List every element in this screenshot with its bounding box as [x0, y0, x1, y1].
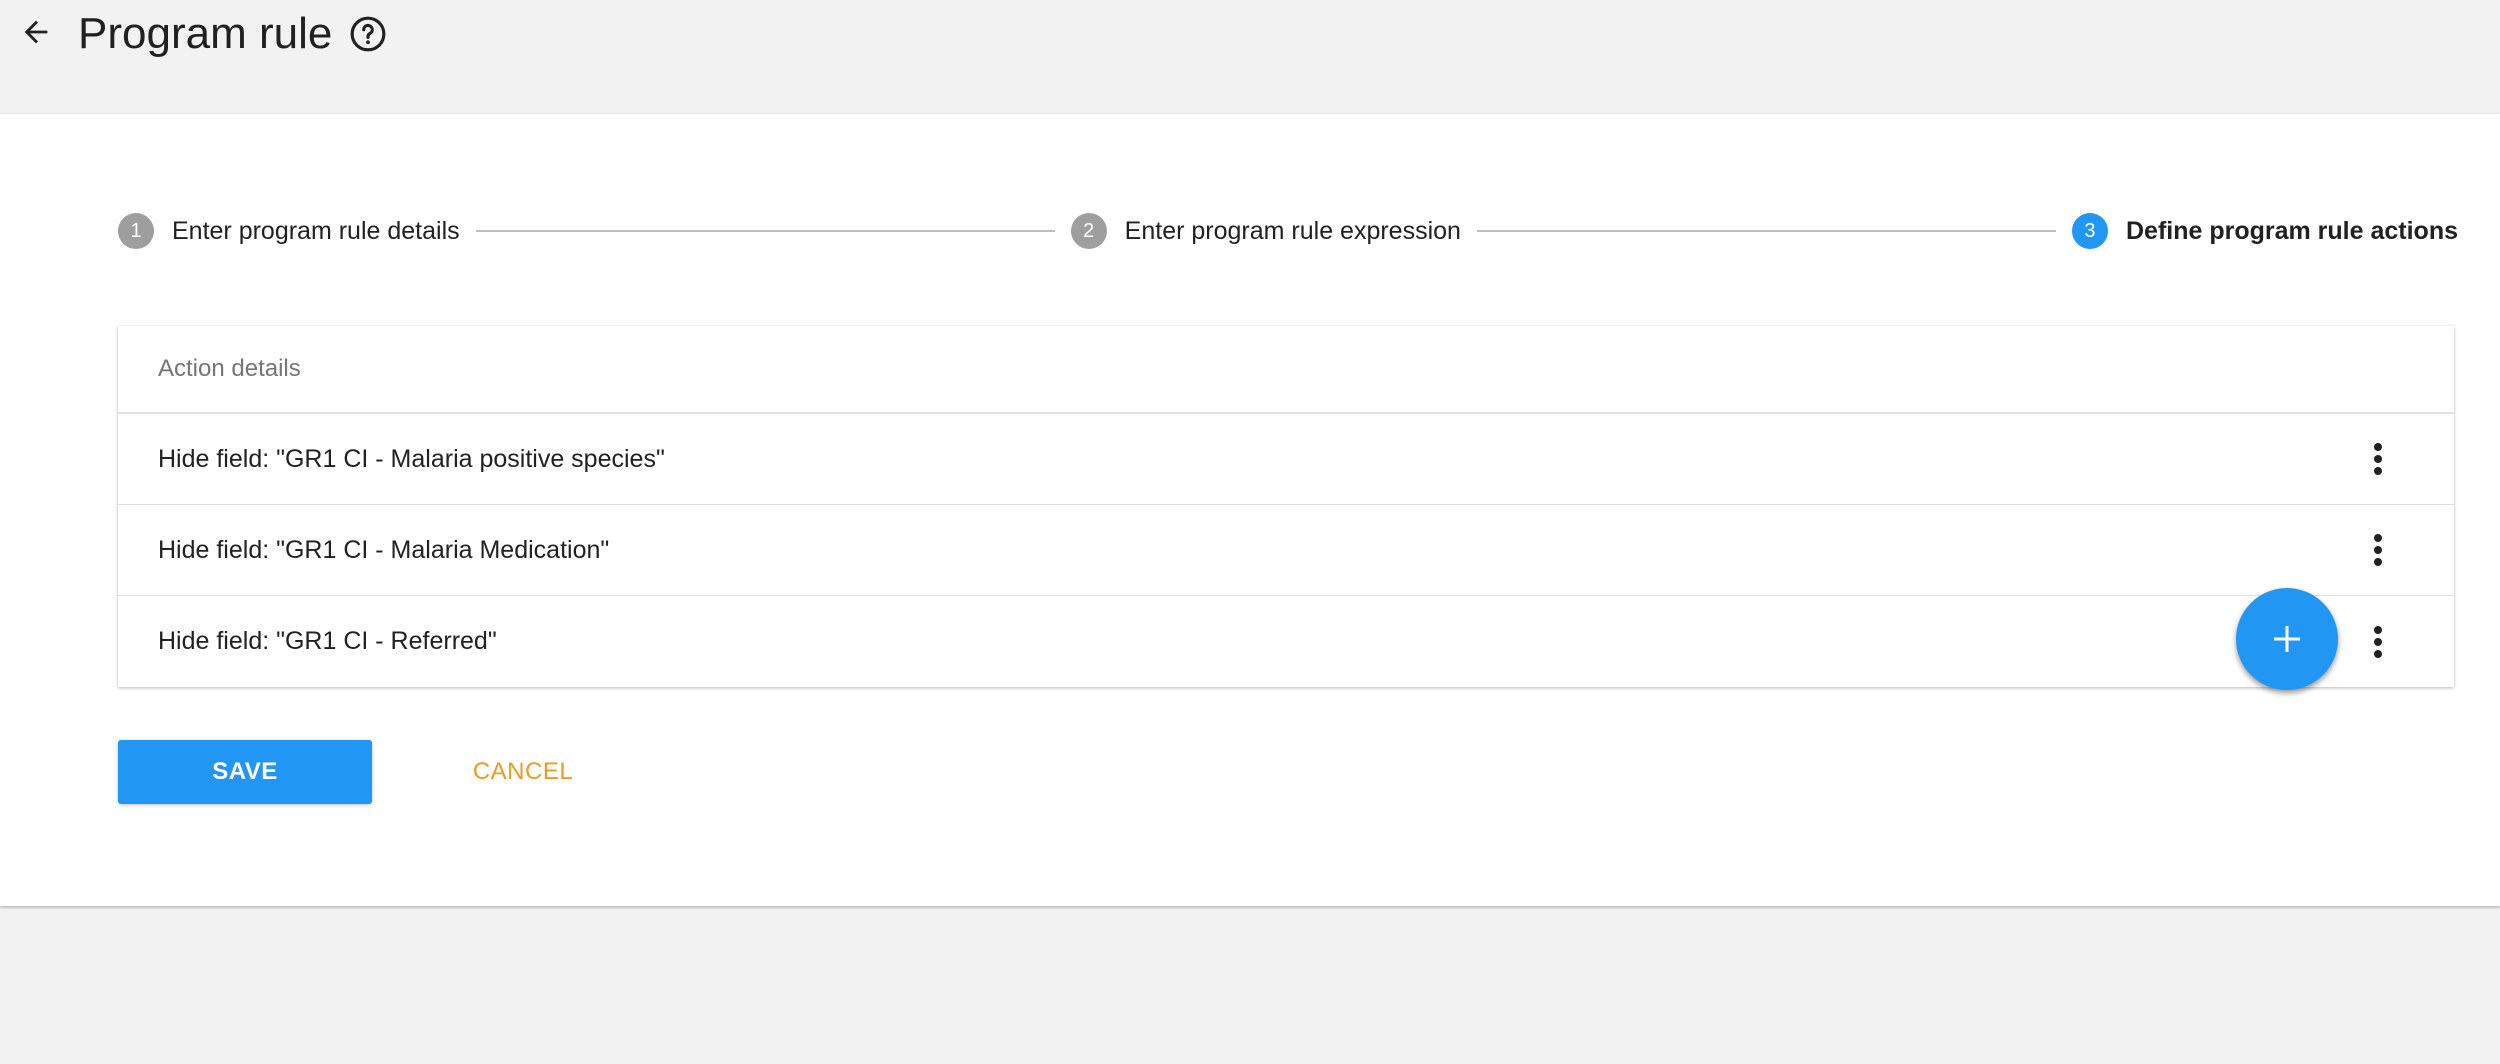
step-3[interactable]: 3 Define program rule actions: [2071, 213, 2459, 249]
page-title: Program rule: [78, 9, 333, 58]
action-label: Hide field: "GR1 CI - Malaria Medication…: [158, 535, 610, 564]
add-action-button[interactable]: [2236, 588, 2338, 690]
action-label: Hide field: "GR1 CI - Referred": [158, 627, 497, 655]
table-header: Action details: [118, 326, 2454, 414]
table-row[interactable]: Hide field: "GR1 CI - Malaria positive s…: [118, 414, 2454, 505]
step-label: Define program rule actions: [2125, 216, 2459, 245]
cancel-button[interactable]: CANCEL: [428, 740, 618, 804]
program-rule-card: 1 Enter program rule details 2 Enter pro…: [0, 114, 2500, 906]
step-number-badge: 3: [2071, 213, 2108, 249]
more-vertical-icon: [2374, 443, 2382, 475]
help-circle-icon: [350, 16, 386, 52]
plus-icon: [2274, 626, 2300, 652]
step-connector: [1476, 230, 2056, 232]
action-label: Hide field: "GR1 CI - Malaria positive s…: [158, 444, 665, 473]
step-label: Enter program rule details: [172, 216, 460, 245]
save-button[interactable]: SAVE: [118, 740, 372, 804]
row-menu-button[interactable]: [2358, 617, 2398, 667]
row-menu-button[interactable]: [2358, 525, 2398, 575]
back-button[interactable]: [14, 10, 58, 54]
page-header: Program rule: [0, 0, 2500, 114]
step-number-badge: 1: [118, 213, 154, 249]
step-connector: [475, 230, 1055, 232]
step-number-badge: 2: [1070, 213, 1107, 249]
arrow-left-icon: [24, 20, 48, 44]
step-label: Enter program rule expression: [1124, 216, 1461, 245]
help-button[interactable]: [346, 12, 390, 56]
row-menu-button[interactable]: [2358, 434, 2398, 484]
step-2[interactable]: 2 Enter program rule expression: [1070, 213, 1461, 249]
actions-table: Action details Hide field: "GR1 CI - Mal…: [118, 326, 2454, 687]
table-row[interactable]: Hide field: "GR1 CI - Malaria Medication…: [118, 505, 2454, 596]
stepper: 1 Enter program rule details 2 Enter pro…: [118, 212, 2458, 250]
more-vertical-icon: [2374, 625, 2382, 658]
step-1[interactable]: 1 Enter program rule details: [118, 213, 460, 249]
more-vertical-icon: [2374, 534, 2382, 566]
table-row[interactable]: Hide field: "GR1 CI - Referred": [118, 596, 2454, 687]
